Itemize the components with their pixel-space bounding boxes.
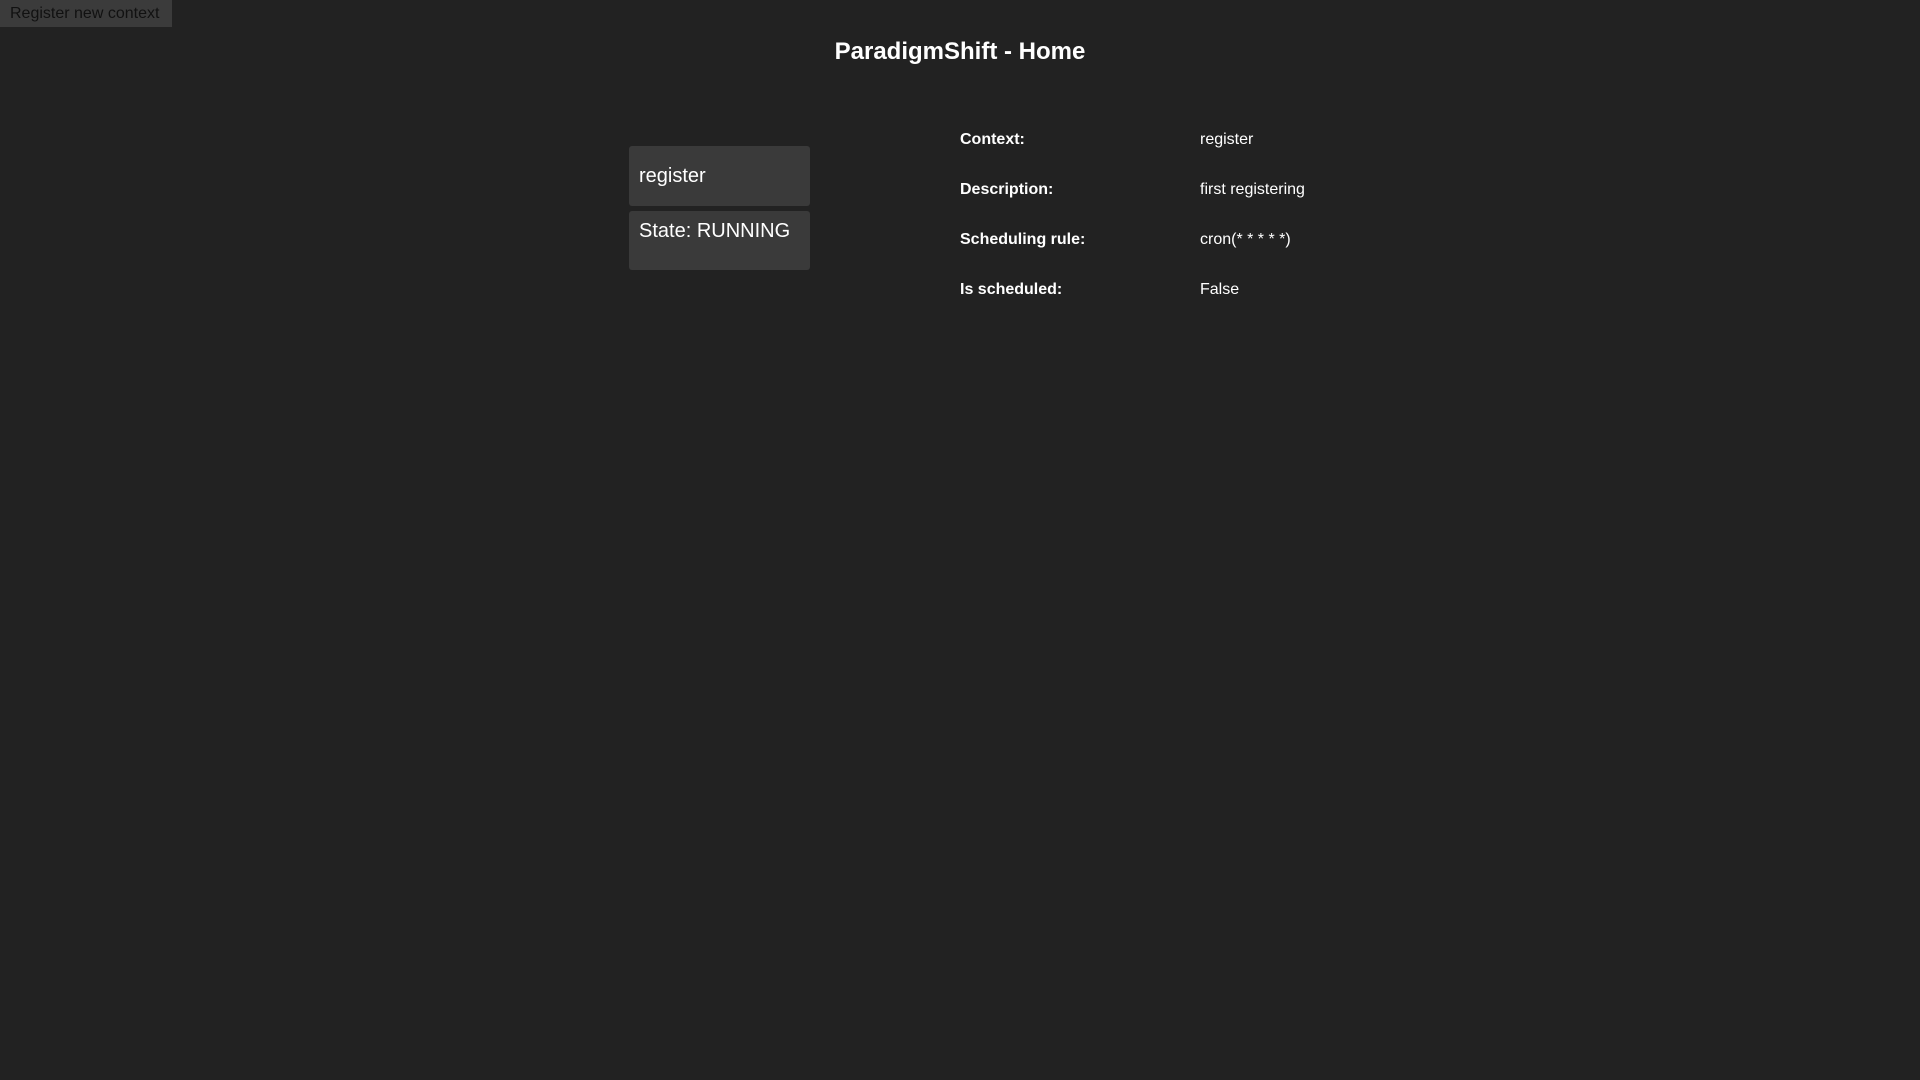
register-new-context-button[interactable]: Register new context [0, 0, 172, 27]
detail-label: Is scheduled: [960, 281, 1063, 298]
detail-value: register [1200, 131, 1254, 148]
detail-value: first registering [1200, 181, 1305, 198]
context-card-state[interactable]: State: RUNNING [629, 211, 810, 270]
detail-value: False [1200, 281, 1240, 298]
detail-label: Scheduling rule: [960, 231, 1086, 248]
detail-label: Context: [960, 131, 1025, 148]
page-title: ParadigmShift - Home [834, 38, 1086, 65]
context-card-name[interactable]: register [629, 146, 810, 206]
detail-label: Description: [960, 181, 1054, 198]
detail-value: cron(* * * * *) [1200, 231, 1291, 248]
